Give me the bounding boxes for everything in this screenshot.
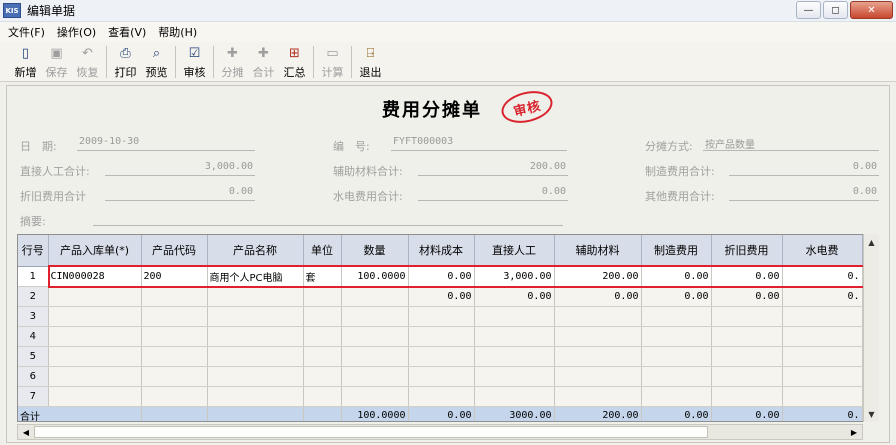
menu-operation[interactable]: 操作(O): [57, 24, 96, 40]
scroll-up-icon[interactable]: ▲: [864, 234, 879, 250]
document-form: 费用分摊单 审核 日 期: 2009-10-30 编 号: FYFT000003…: [6, 85, 890, 443]
minimize-button[interactable]: —: [796, 1, 821, 19]
header-row-number: 行号: [18, 235, 49, 267]
mfg-total-field: 0.00: [729, 161, 879, 176]
restore-edit-button[interactable]: ↶ 恢复: [72, 46, 103, 80]
mfg-total-label: 制造费用合计:: [645, 165, 715, 178]
header-product-code[interactable]: 产品代码: [141, 235, 208, 267]
toolbar-divider: [313, 46, 314, 78]
header-quantity[interactable]: 数量: [341, 235, 409, 267]
menu-view[interactable]: 查看(V): [108, 24, 146, 40]
window-title: 编辑单据: [27, 4, 76, 18]
toolbar-divider: [175, 46, 176, 78]
menu-file[interactable]: 文件(F): [8, 24, 45, 40]
menu-bar: 文件(F) 操作(O) 查看(V) 帮助(H): [0, 22, 896, 42]
toolbar-divider: [351, 46, 352, 78]
save-icon: ▣: [50, 46, 63, 61]
audit-stamp: 审核: [498, 86, 556, 128]
method-field[interactable]: 按产品数量: [703, 136, 879, 151]
allocate-icon: ✚: [227, 46, 238, 61]
title-bar: KIS 编辑单据 — ◻ ✕: [0, 0, 896, 22]
audit-button[interactable]: ☑ 审核: [179, 46, 210, 80]
labor-total-label: 直接人工合计:: [20, 165, 90, 178]
exit-button[interactable]: ⍈ 退出: [355, 46, 386, 80]
toolbar: ▯ 新增 ▣ 保存 ↶ 恢复 ⎙ 打印 ⌕ 预览 ☑ 审核 ✚ 分摊 ✚ 合计 ⊞ 汇总 ▭ 计算 …: [0, 42, 896, 82]
header-aux-material[interactable]: 辅助材料: [554, 235, 642, 267]
total-row: 合计 100.0000 0.00 3000.00 200.00 0.00 0.0…: [18, 406, 863, 421]
preview-icon: ⌕: [152, 46, 161, 61]
table-header-row: 行号 产品入库单(*) 产品代码 产品名称 单位 数量 材料成本 直接人工 辅助…: [18, 235, 863, 267]
table-row[interactable]: 7: [18, 386, 863, 407]
toolbar-divider: [106, 46, 107, 78]
material-total-label: 辅助材料合计:: [333, 165, 403, 178]
header-material-cost[interactable]: 材料成本: [408, 235, 475, 267]
header-product-name[interactable]: 产品名称: [207, 235, 304, 267]
save-button[interactable]: ▣ 保存: [41, 46, 72, 80]
scroll-right-icon[interactable]: ▶: [846, 425, 862, 439]
depreciation-total-label: 折旧费用合计: [20, 190, 86, 203]
material-total-field: 200.00: [418, 161, 568, 176]
allocation-grid: 行号 产品入库单(*) 产品代码 产品名称 单位 数量 材料成本 直接人工 辅助…: [17, 234, 877, 422]
table-row[interactable]: 6: [18, 366, 863, 387]
header-direct-labor[interactable]: 直接人工: [474, 235, 555, 267]
audit-check-icon: ☑: [188, 46, 201, 61]
utility-total-field: 0.00: [418, 186, 568, 201]
number-label: 编 号:: [333, 140, 370, 153]
other-total-label: 其他费用合计:: [645, 190, 715, 203]
labor-total-field: 3,000.00: [105, 161, 255, 176]
summary-button[interactable]: ⊞ 汇总: [279, 46, 310, 80]
scroll-left-icon[interactable]: ◀: [18, 425, 34, 439]
date-label: 日 期:: [20, 140, 57, 153]
exit-door-icon: ⍈: [366, 46, 375, 61]
number-field[interactable]: FYFT000003: [391, 136, 567, 151]
date-field[interactable]: 2009-10-30: [77, 136, 255, 151]
total-button[interactable]: ✚ 合计: [248, 46, 279, 80]
table-row[interactable]: 5: [18, 346, 863, 367]
calc-button[interactable]: ▭ 计算: [317, 46, 348, 80]
allocate-button[interactable]: ✚ 分摊: [217, 46, 248, 80]
other-total-field: 0.00: [729, 186, 879, 201]
scroll-down-icon[interactable]: ▼: [864, 406, 879, 422]
print-button[interactable]: ⎙ 打印: [110, 46, 141, 80]
utility-total-label: 水电费用合计:: [333, 190, 403, 203]
header-utility[interactable]: 水电费: [782, 235, 863, 267]
new-document-icon: ▯: [21, 46, 30, 61]
method-label: 分摊方式:: [645, 140, 693, 153]
restore-button[interactable]: ◻: [823, 1, 848, 19]
menu-help[interactable]: 帮助(H): [158, 24, 197, 40]
total-icon: ✚: [258, 46, 269, 61]
header-unit[interactable]: 单位: [303, 235, 342, 267]
header-depreciation[interactable]: 折旧费用: [711, 235, 783, 267]
new-button[interactable]: ▯ 新增: [10, 46, 41, 80]
memo-field[interactable]: [93, 211, 563, 226]
horizontal-scrollbar[interactable]: ◀ ▶: [17, 424, 863, 440]
table-row[interactable]: 3: [18, 306, 863, 327]
header-mfg-cost[interactable]: 制造费用: [641, 235, 712, 267]
undo-icon: ↶: [82, 46, 93, 61]
document-title: 费用分摊单: [382, 100, 482, 121]
depreciation-total-field: 0.00: [105, 186, 255, 201]
table-row[interactable]: 1 CIN000028 200 商用个人PC电脑 套 100.0000 0.00…: [18, 266, 863, 287]
vertical-scrollbar[interactable]: ▲ ▼: [863, 234, 879, 422]
app-logo-icon: KIS: [3, 3, 21, 18]
allocation-table: 行号 产品入库单(*) 产品代码 产品名称 单位 数量 材料成本 直接人工 辅助…: [18, 235, 863, 421]
table-row[interactable]: 2 0.00 0.00 0.00 0.00 0.00 0.: [18, 286, 863, 307]
printer-icon: ⎙: [120, 46, 131, 61]
header-inbound-doc[interactable]: 产品入库单(*): [48, 235, 142, 267]
toolbar-divider: [213, 46, 214, 78]
table-row[interactable]: 4: [18, 326, 863, 347]
horizontal-scroll-thumb[interactable]: [34, 426, 708, 438]
preview-button[interactable]: ⌕ 预览: [141, 46, 172, 80]
calculator-icon: ▭: [326, 46, 339, 61]
close-button[interactable]: ✕: [850, 1, 893, 19]
summary-icon: ⊞: [289, 46, 300, 61]
memo-label: 摘要:: [20, 215, 46, 228]
